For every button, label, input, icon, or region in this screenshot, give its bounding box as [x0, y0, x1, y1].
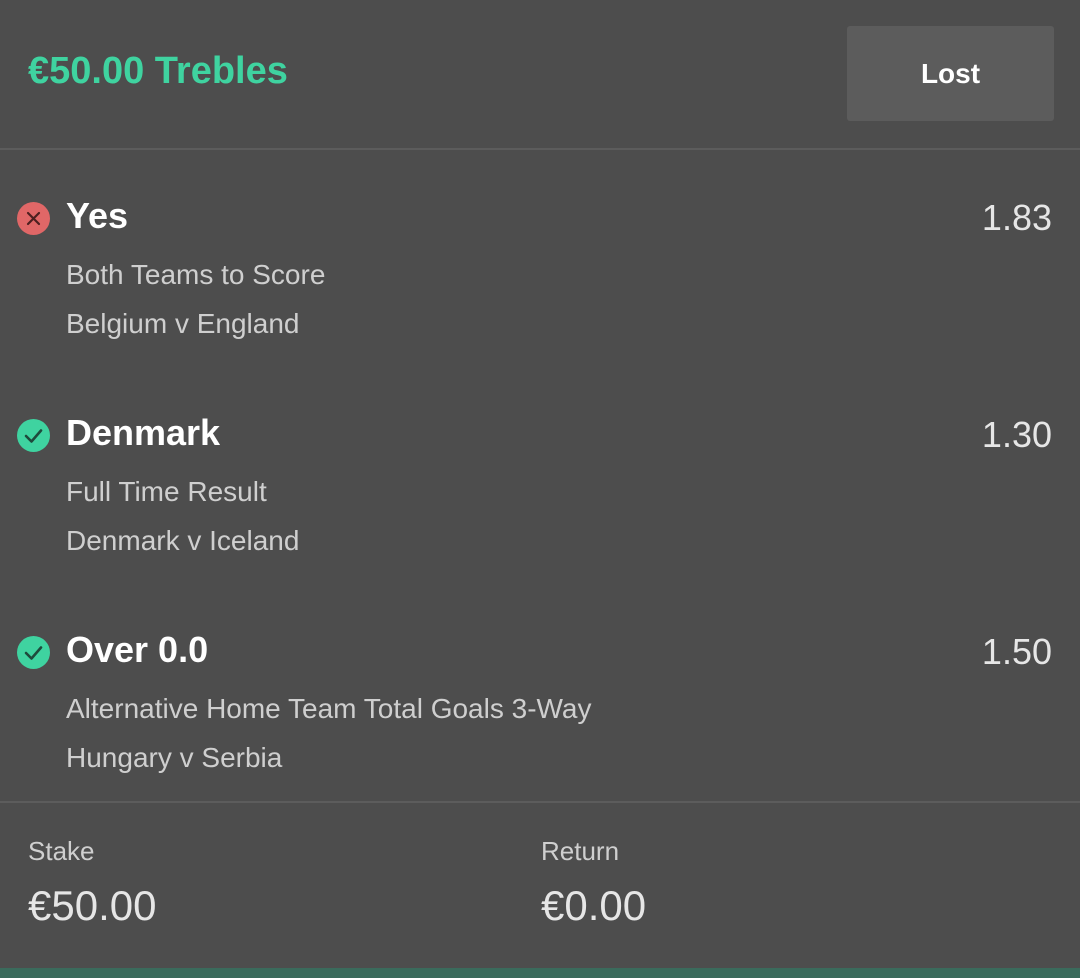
bet-status-button[interactable]: Lost: [847, 26, 1054, 121]
selection-name: Over 0.0: [66, 629, 209, 670]
return-label: Return: [541, 836, 620, 866]
selection-name: Yes: [66, 195, 129, 236]
selection-event: Hungary v Serbia: [66, 742, 283, 773]
stake-label: Stake: [28, 836, 95, 866]
selection-item[interactable]: Yes 1.83 Both Teams to Score Belgium v E…: [0, 188, 1080, 368]
bet-summary-footer: Stake €50.00 Return €0.00: [0, 801, 1080, 970]
selection-name: Denmark: [66, 412, 221, 453]
return-value: €0.00: [541, 882, 647, 929]
bet-title: €50.00 Trebles: [28, 50, 288, 92]
selection-market: Alternative Home Team Total Goals 3-Way: [66, 693, 592, 724]
selection-odds: 1.30: [981, 414, 1052, 455]
selection-item[interactable]: Denmark 1.30 Full Time Result Denmark v …: [0, 405, 1080, 585]
lost-x-icon: [17, 202, 50, 235]
bottom-accent-bar: [0, 968, 1080, 978]
stake-value: €50.00: [28, 882, 157, 929]
selection-event: Belgium v England: [66, 308, 300, 339]
selection-market: Both Teams to Score: [66, 259, 326, 290]
won-check-icon: [17, 419, 50, 452]
selection-event: Denmark v Iceland: [66, 525, 300, 556]
bet-card: €50.00 Trebles Lost Yes 1.83 Both Teams …: [0, 0, 1080, 978]
selection-market: Full Time Result: [66, 476, 267, 507]
won-check-icon: [17, 636, 50, 669]
selection-item[interactable]: Over 0.0 1.50 Alternative Home Team Tota…: [0, 622, 1080, 802]
bet-header: €50.00 Trebles Lost: [0, 0, 1080, 150]
selection-odds: 1.83: [981, 197, 1052, 238]
selection-odds: 1.50: [981, 631, 1052, 672]
